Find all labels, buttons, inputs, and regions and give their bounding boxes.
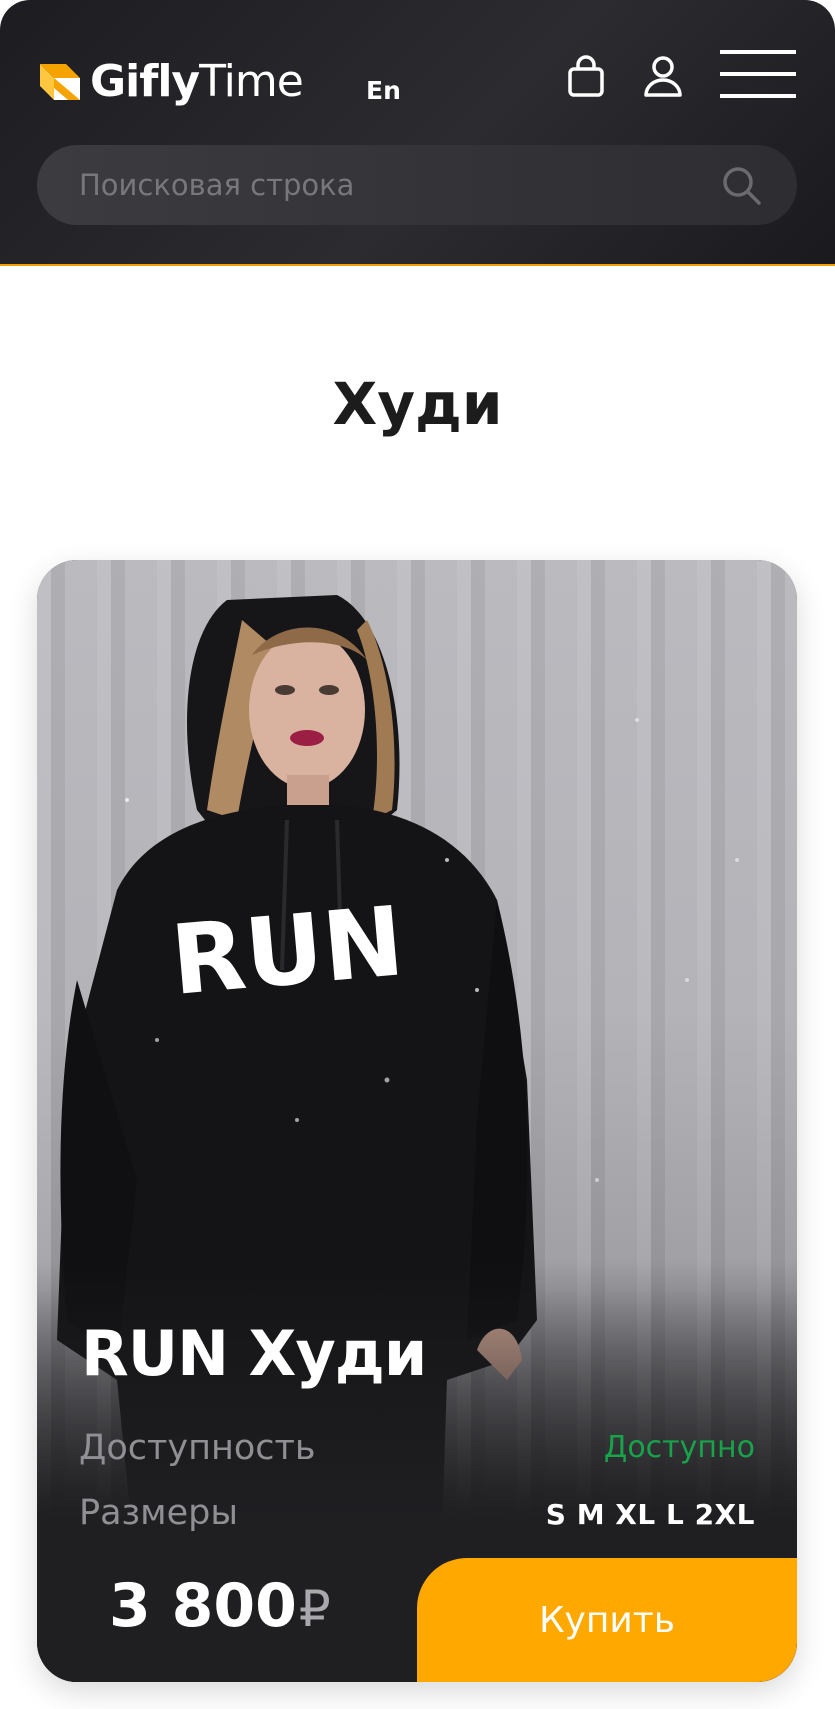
sizes-label: Размеры bbox=[79, 1493, 238, 1533]
logo-icon bbox=[40, 64, 80, 100]
search-bar bbox=[37, 145, 797, 225]
buy-button[interactable]: Купить bbox=[417, 1558, 797, 1682]
user-icon[interactable] bbox=[643, 55, 683, 97]
search-input[interactable] bbox=[37, 145, 717, 225]
availability-status: Доступно bbox=[603, 1430, 755, 1465]
product-name[interactable]: RUN Худи bbox=[81, 1319, 427, 1388]
menu-icon[interactable] bbox=[720, 50, 796, 98]
logo-text-thin: Time bbox=[199, 56, 304, 107]
product-card[interactable]: RUN RUN Худи Доступность Доступно Размер… bbox=[37, 560, 797, 1682]
price-currency: ₽ bbox=[298, 1580, 331, 1638]
language-switch[interactable]: En bbox=[366, 76, 401, 105]
bag-icon[interactable] bbox=[567, 55, 605, 97]
sizes-list: S M XL L 2XL bbox=[545, 1498, 755, 1531]
site-header: GiflyTime En bbox=[0, 0, 835, 266]
logo-text-bold: Gifly bbox=[90, 56, 200, 107]
product-price: 3 800₽ bbox=[109, 1570, 331, 1642]
logo[interactable]: GiflyTime bbox=[38, 52, 304, 112]
logo-text: GiflyTime bbox=[90, 60, 304, 104]
hoodie-print-text: RUN bbox=[167, 885, 408, 1017]
availability-label: Доступность bbox=[79, 1428, 316, 1468]
page-title: Худи bbox=[332, 370, 503, 438]
price-amount: 3 800 bbox=[109, 1571, 297, 1641]
search-icon[interactable] bbox=[721, 165, 761, 205]
